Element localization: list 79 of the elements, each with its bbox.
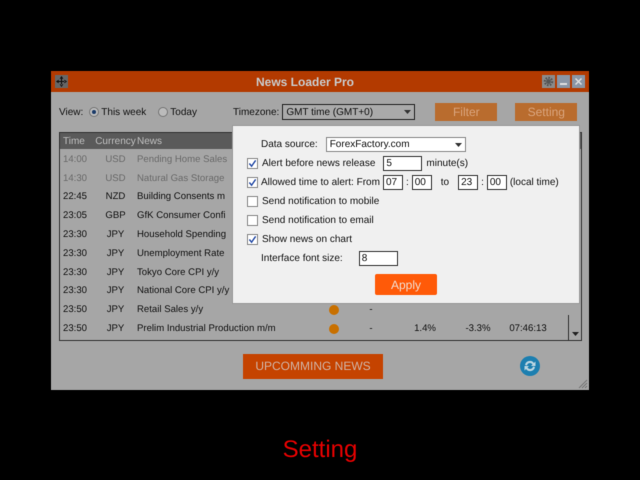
table-cell-text: JPY [106, 229, 126, 240]
table-cell: Natural Gas Storage [137, 172, 224, 184]
table-cell: National Core CPI y/y [137, 285, 230, 296]
window-title: News Loader Pro [254, 74, 356, 88]
font-size-label: Interface font size: [261, 253, 343, 264]
table-cell-text: USD [104, 154, 127, 165]
table-cell-text: JPY [106, 248, 126, 259]
checkbox[interactable] [247, 177, 258, 188]
checkbox[interactable] [247, 234, 258, 245]
table-cell-text: 14:30 [62, 172, 88, 184]
data-source-label: Data source: [261, 139, 318, 150]
checkbox[interactable] [247, 158, 258, 169]
table-cell-text: JPY [106, 304, 126, 316]
table-cell: Prelim Industrial Production m/m [137, 323, 276, 334]
table-cell-text: USD [104, 172, 127, 184]
data-source-dropdown[interactable]: ForexFactory.com [326, 137, 466, 152]
dropdown-arrow-icon [404, 110, 412, 114]
to-label: to [440, 177, 450, 188]
minute-field[interactable]: 00 [412, 175, 432, 190]
scroll-down-icon[interactable] [572, 332, 578, 336]
separator: : [406, 177, 409, 188]
checkbox-label: Alert before news release [262, 158, 376, 169]
table-cell-text: JPY [106, 285, 126, 296]
column-header: Currency [94, 136, 137, 146]
table-cell: Pending Home Sales [137, 154, 228, 165]
table-cell: Tokyo Core CPI y/y [137, 266, 220, 278]
minimize-icon[interactable] [557, 75, 570, 88]
table-cell-text: 22:45 [62, 191, 88, 202]
minutes-field[interactable]: 5 [383, 156, 422, 171]
separator: : [481, 177, 484, 188]
table-cell-text: 23:30 [62, 229, 88, 240]
table-cell-text: 23:30 [62, 248, 88, 259]
table-cell-text: 23:30 [62, 285, 88, 296]
dropdown-arrow-icon [454, 142, 462, 146]
table-cell-text: 23:05 [62, 210, 88, 222]
table-cell-text: GBP [104, 210, 127, 222]
timezone-dropdown[interactable]: GMT time (GMT+0) [282, 104, 416, 120]
checkbox-label: Show news on chart [262, 234, 352, 245]
move-icon[interactable] [55, 75, 68, 88]
unit-label: minute(s) [426, 158, 468, 169]
minute-field[interactable]: 00 [486, 175, 507, 190]
view-label: View: [59, 106, 84, 118]
table-cell-text: JPY [106, 323, 126, 334]
local-time-label: (local time) [510, 177, 559, 188]
table-cell-text: -3.3% [464, 323, 492, 334]
checkbox-label: Allowed time to alert: From [261, 177, 380, 188]
caption: Setting [282, 436, 358, 464]
table-cell: Household Spending [137, 229, 226, 240]
hour-field[interactable]: 07 [382, 175, 403, 190]
radio-option[interactable]: This week [89, 106, 146, 118]
column-header: Time [62, 136, 86, 146]
table-cell-text: 07:46:13 [508, 323, 548, 334]
table-cell-text: 14:00 [62, 154, 88, 165]
refresh-icon[interactable] [520, 356, 540, 376]
scrollbar[interactable] [568, 315, 581, 340]
table-cell-text: 23:50 [62, 304, 88, 316]
table-cell-text: 23:30 [62, 266, 88, 278]
column-header: News [137, 136, 162, 146]
table-cell-text: - [368, 304, 374, 316]
resize-grip-icon[interactable] [578, 379, 588, 389]
table-cell: GfK Consumer Confi [137, 210, 226, 222]
table-cell-text: 1.4% [413, 323, 437, 334]
table-cell-text: JPY [106, 266, 126, 278]
table-cell: Unemployment Rate [137, 248, 224, 259]
table-cell-text: 23:50 [62, 323, 88, 334]
font-size-field[interactable]: 8 [358, 251, 398, 266]
radio-option[interactable]: Today [158, 106, 197, 118]
table-cell-text: - [368, 323, 374, 334]
checkbox-label: Send notification to email [262, 215, 374, 226]
checkbox-label: Send notification to mobile [262, 196, 380, 207]
hour-field[interactable]: 23 [458, 175, 478, 190]
table-cell: Building Consents m [137, 191, 225, 202]
table-cell: Retail Sales y/y [137, 304, 204, 316]
timezone-label: Timezone: [232, 106, 280, 118]
checkbox[interactable] [247, 196, 258, 207]
close-icon[interactable] [572, 75, 585, 88]
settings-icon[interactable] [542, 75, 555, 88]
checkbox[interactable] [247, 215, 258, 226]
table-cell-text: NZD [104, 191, 126, 202]
